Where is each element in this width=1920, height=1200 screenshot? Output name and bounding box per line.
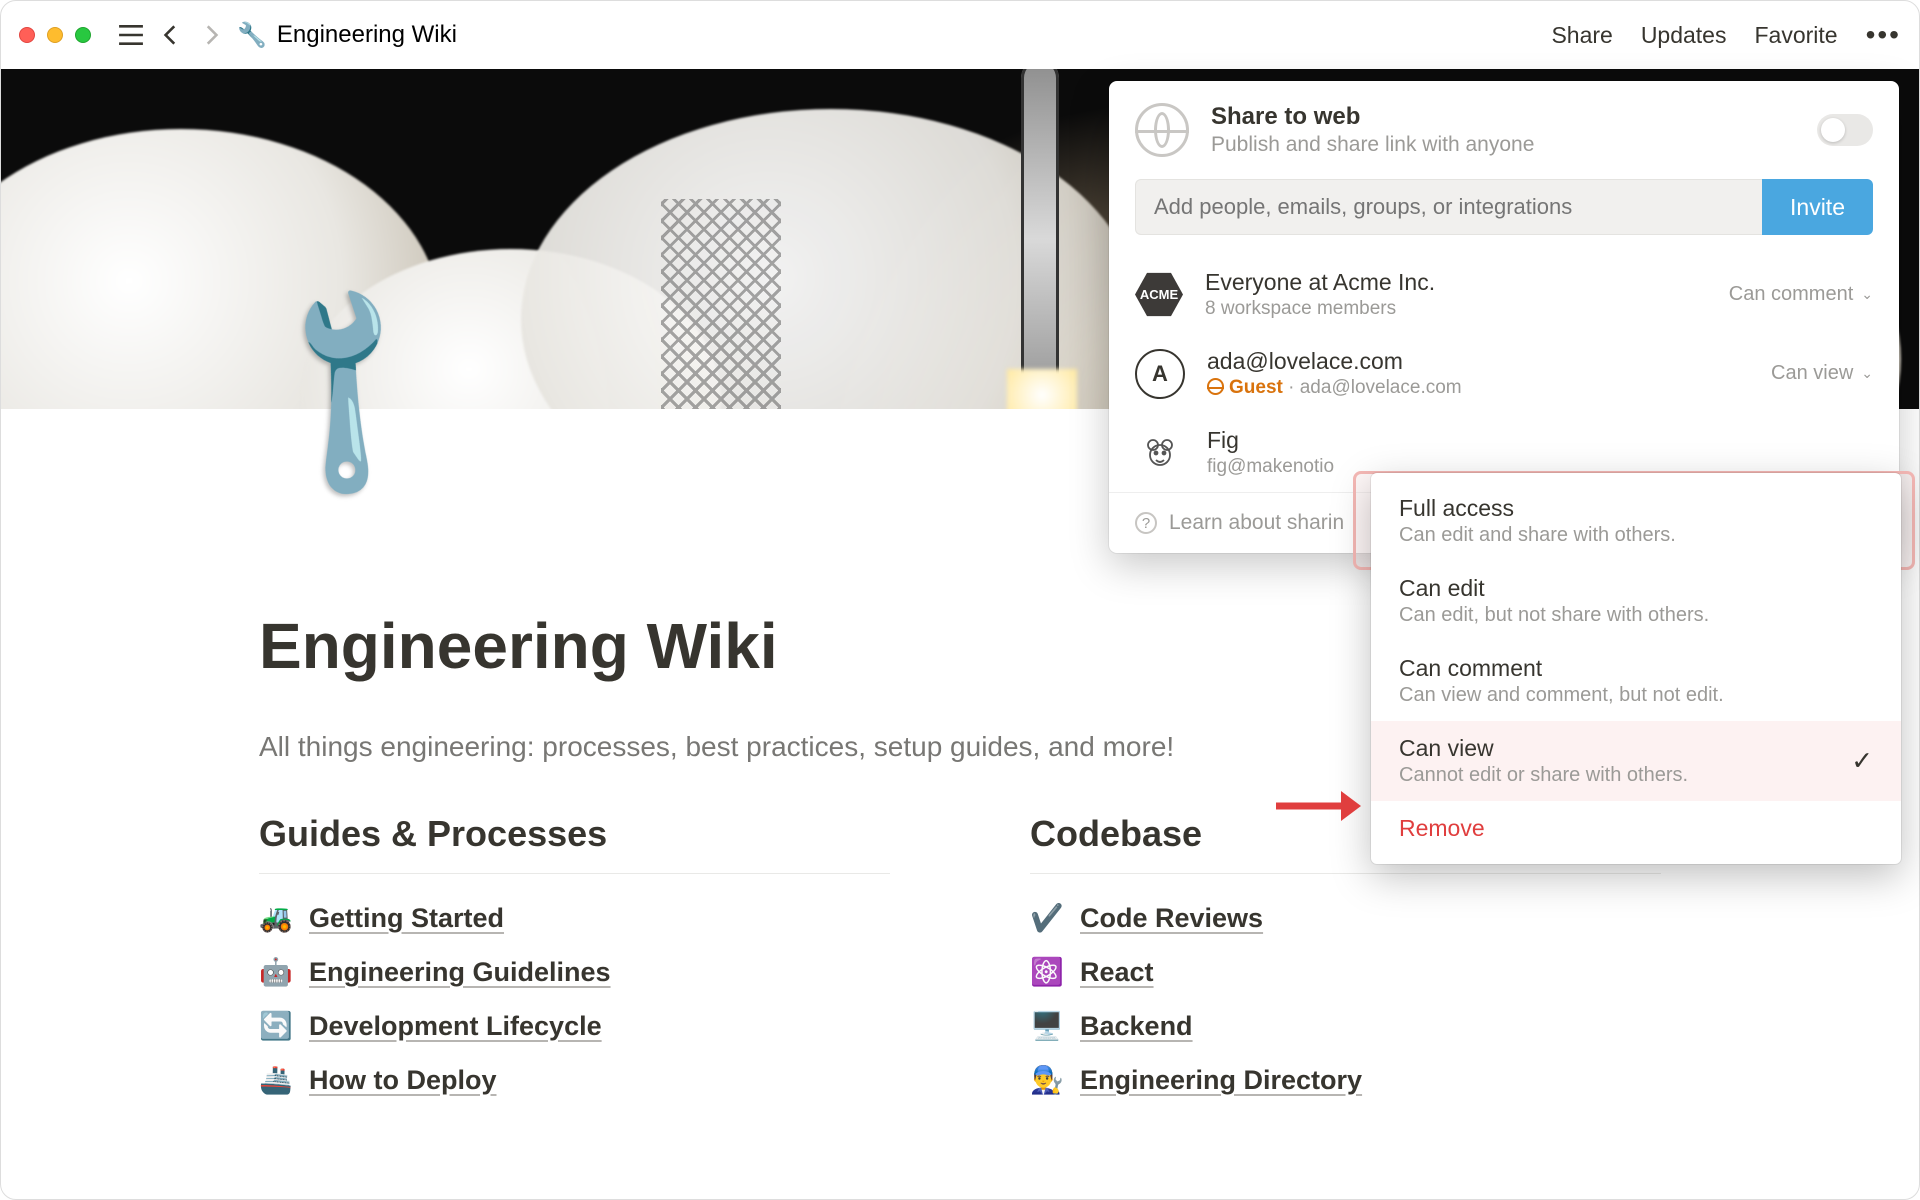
person-meta: fig@makenotio [1207, 456, 1334, 478]
link-label: Development Lifecycle [309, 1011, 602, 1042]
footer-text: Learn about sharin [1169, 511, 1344, 535]
invite-button[interactable]: Invite [1762, 179, 1873, 235]
window-controls [19, 27, 91, 43]
permission-option-full-access[interactable]: Full access Can edit and share with othe… [1371, 481, 1901, 561]
tractor-icon: 🚜 [259, 902, 293, 934]
maximize-window-button[interactable] [75, 27, 91, 43]
updates-button[interactable]: Updates [1641, 22, 1727, 49]
react-icon: ⚛️ [1030, 956, 1064, 988]
link-label: React [1080, 957, 1154, 988]
list-item[interactable]: 🚢 How to Deploy [259, 1064, 890, 1096]
permission-menu: Full access Can edit and share with othe… [1371, 473, 1901, 864]
cycle-icon: 🔄 [259, 1010, 293, 1042]
help-icon: ? [1135, 512, 1157, 534]
chevron-down-icon: ⌄ [1861, 365, 1873, 382]
link-label: Code Reviews [1080, 903, 1263, 934]
fig-avatar [1135, 428, 1185, 478]
permission-dropdown[interactable]: Can view ⌄ [1771, 362, 1873, 385]
guides-column: Guides & Processes 🚜 Getting Started 🤖 Eng… [259, 813, 890, 1118]
close-window-button[interactable] [19, 27, 35, 43]
check-icon: ✓ [1851, 746, 1873, 777]
share-person-row: ACME Everyone at Acme Inc. 8 workspace m… [1109, 255, 1899, 334]
person-name: ada@lovelace.com [1207, 348, 1462, 375]
share-to-web-subtitle: Publish and share link with anyone [1211, 133, 1534, 157]
link-label: Engineering Directory [1080, 1065, 1362, 1096]
breadcrumb[interactable]: 🔧 Engineering Wiki [237, 21, 457, 50]
acme-avatar: ACME [1135, 271, 1183, 319]
topbar: 🔧 Engineering Wiki Share Updates Favorit… [1, 1, 1919, 69]
back-button[interactable] [151, 15, 191, 55]
wrench-icon: 🔧 [237, 21, 267, 50]
person-name: Everyone at Acme Inc. [1205, 269, 1435, 296]
permission-option-can-view[interactable]: Can view Cannot edit or share with other… [1371, 721, 1901, 801]
list-item[interactable]: 🔄 Development Lifecycle [259, 1010, 890, 1042]
menu-icon[interactable] [111, 15, 151, 55]
list-item[interactable]: 🖥️ Backend [1030, 1010, 1661, 1042]
link-label: Getting Started [309, 903, 504, 934]
link-label: Backend [1080, 1011, 1193, 1042]
permission-option-can-comment[interactable]: Can comment Can view and comment, but no… [1371, 641, 1901, 721]
person-meta: 8 workspace members [1205, 298, 1435, 320]
invite-input[interactable] [1135, 179, 1762, 235]
engineer-icon: 👨‍🔧 [1030, 1064, 1064, 1096]
desktop-icon: 🖥️ [1030, 1010, 1064, 1042]
annotation-arrow [1271, 781, 1361, 836]
ship-icon: 🚢 [259, 1064, 293, 1096]
share-button[interactable]: Share [1551, 22, 1612, 49]
link-label: How to Deploy [309, 1065, 497, 1096]
permission-dropdown[interactable]: Can comment ⌄ [1729, 283, 1873, 306]
forward-button[interactable] [191, 15, 231, 55]
globe-icon [1135, 103, 1189, 157]
share-to-web-toggle[interactable] [1817, 114, 1873, 146]
ada-avatar: A [1135, 349, 1185, 399]
permission-option-can-edit[interactable]: Can edit Can edit, but not share with ot… [1371, 561, 1901, 641]
permission-option-remove[interactable]: Remove [1371, 801, 1901, 856]
topbar-right: Share Updates Favorite ••• [1551, 19, 1901, 51]
list-item[interactable]: 🚜 Getting Started [259, 902, 890, 934]
guest-globe-icon [1207, 378, 1224, 395]
favorite-button[interactable]: Favorite [1754, 22, 1837, 49]
check-icon: ✔️ [1030, 902, 1064, 934]
guest-badge: Guest [1229, 377, 1283, 398]
share-to-web-title: Share to web [1211, 103, 1534, 131]
person-meta: Guest · ada@lovelace.com [1207, 377, 1462, 399]
chevron-down-icon: ⌄ [1861, 286, 1873, 303]
list-item[interactable]: 👨‍🔧 Engineering Directory [1030, 1064, 1661, 1096]
list-item[interactable]: 🤖 Engineering Guidelines [259, 956, 890, 988]
guides-heading: Guides & Processes [259, 813, 890, 874]
person-name: Fig [1207, 427, 1334, 454]
minimize-window-button[interactable] [47, 27, 63, 43]
permission-label: Can comment [1729, 283, 1854, 306]
list-item[interactable]: ✔️ Code Reviews [1030, 902, 1661, 934]
permission-label: Can view [1771, 362, 1853, 385]
share-person-row: A ada@lovelace.com Guest · ada@lovelace.… [1109, 334, 1899, 413]
more-icon[interactable]: ••• [1866, 19, 1901, 51]
robot-icon: 🤖 [259, 956, 293, 988]
link-label: Engineering Guidelines [309, 957, 611, 988]
list-item[interactable]: ⚛️ React [1030, 956, 1661, 988]
breadcrumb-title: Engineering Wiki [277, 21, 457, 49]
